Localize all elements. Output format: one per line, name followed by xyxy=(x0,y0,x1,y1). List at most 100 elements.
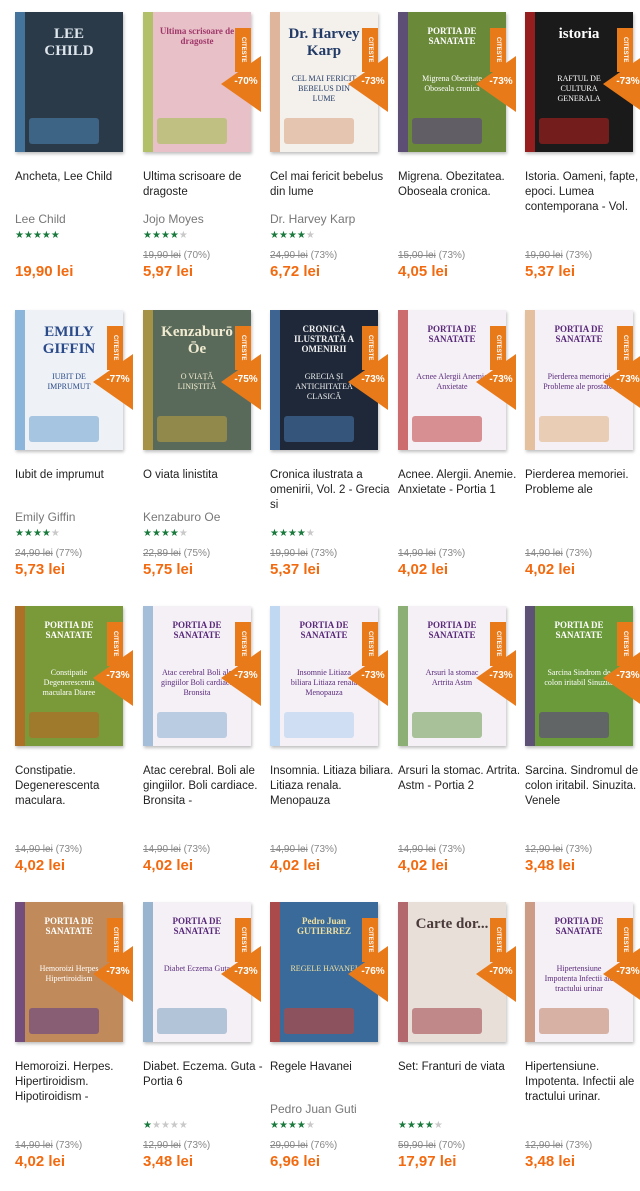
discount-badge: -73% xyxy=(603,56,640,112)
cover-artwork xyxy=(29,118,99,144)
book-cover-image[interactable]: LEE CHILD xyxy=(15,12,123,152)
product-author-link[interactable]: Lee Child xyxy=(15,212,66,226)
product-price: 6,96 lei xyxy=(270,1153,321,1170)
product-card[interactable]: Ultima scrisoare de dragoste CITESTE -70% U… xyxy=(143,0,267,290)
rating-stars: ★★★★★ xyxy=(270,1120,315,1132)
star-icon: ★ xyxy=(433,1120,443,1131)
product-card[interactable]: PORTIA DE SANATATE Hipertensiune Impotent… xyxy=(525,890,640,1180)
discount-badge: -73% xyxy=(476,56,516,112)
product-title-link[interactable]: Regele Havanei xyxy=(270,1060,394,1105)
star-icon: ★ xyxy=(151,528,161,539)
star-icon: ★ xyxy=(406,1120,416,1131)
product-card[interactable]: PORTIA DE SANATATE Atac cerebral Boli ale… xyxy=(143,594,267,884)
old-price-value: 24,90 lei xyxy=(15,548,53,559)
product-title-link[interactable]: Pierderea memoriei. Probleme ale xyxy=(525,468,640,513)
star-icon: ★ xyxy=(178,230,188,241)
product-card[interactable]: Dr. Harvey Karp CEL MAI FERICIT BEBELUS D… xyxy=(270,0,394,290)
product-author-link[interactable]: Kenzaburo Oe xyxy=(143,510,220,524)
discount-percent: (73%) xyxy=(52,1140,83,1151)
cover-artwork xyxy=(29,1008,99,1034)
discount-percent: (73%) xyxy=(307,844,338,855)
product-card[interactable]: PORTIA DE SANATATE Sarcina Sindrom de col… xyxy=(525,594,640,884)
old-price-value: 12,90 lei xyxy=(525,844,563,855)
product-card[interactable]: PORTIA DE SANATATE Hemoroizi Herpes Hiper… xyxy=(15,890,139,1180)
old-price-value: 14,90 lei xyxy=(398,844,436,855)
product-card[interactable]: Kenzaburō Ōe O VIAȚĂ LINIȘTITĂ CITESTE -75%… xyxy=(143,298,267,588)
product-title-link[interactable]: O viata linistita xyxy=(143,468,267,513)
product-card[interactable]: istoria RAFTUL DE CULTURA GENERALA CITESTE… xyxy=(525,0,640,290)
star-icon: ★ xyxy=(305,528,315,539)
cover-artwork xyxy=(539,118,609,144)
product-title-link[interactable]: Acnee. Alergii. Anemie. Anxietate - Port… xyxy=(398,468,522,513)
old-price: 12,90 lei (73%) xyxy=(525,844,592,855)
product-title-link[interactable]: Ancheta, Lee Child xyxy=(15,170,139,215)
product-title-link[interactable]: Cronica ilustrata a omenirii, Vol. 2 - G… xyxy=(270,468,394,513)
discount-badge-text: -73% xyxy=(616,374,640,385)
product-title-link[interactable]: Hemoroizi. Herpes. Hipertiroidism. Hipot… xyxy=(15,1060,139,1105)
discount-badge-text: -73% xyxy=(234,670,258,681)
product-title-link[interactable]: Insomnia. Litiaza biliara. Litiaza renal… xyxy=(270,764,394,809)
product-author-link[interactable]: Jojo Moyes xyxy=(143,212,204,226)
old-price-value: 14,90 lei xyxy=(15,1140,53,1151)
product-title-link[interactable]: Set: Franturi de viata xyxy=(398,1060,522,1105)
product-price: 4,02 lei xyxy=(143,857,194,874)
product-author-link[interactable]: Emily Giffin xyxy=(15,510,75,524)
old-price-value: 12,90 lei xyxy=(525,1140,563,1151)
product-card[interactable]: PORTIA DE SANATATE Pierderea memoriei Pro… xyxy=(525,298,640,588)
product-title-link[interactable]: Migrena. Obezitatea. Oboseala cronica. xyxy=(398,170,522,215)
product-author-link[interactable]: Pedro Juan Guti xyxy=(270,1102,357,1116)
product-title-link[interactable]: Ultima scrisoare de dragoste xyxy=(143,170,267,215)
star-icon: ★ xyxy=(296,528,306,539)
star-icon: ★ xyxy=(41,230,51,241)
star-icon: ★ xyxy=(50,230,60,241)
product-card[interactable]: PORTIA DE SANATATE Acnee Alergii Anemie A… xyxy=(398,298,522,588)
product-title-link[interactable]: Sarcina. Sindromul de colon iritabil. Si… xyxy=(525,764,640,809)
discount-percent: (73%) xyxy=(307,548,338,559)
discount-percent: (76%) xyxy=(307,1140,338,1151)
star-icon: ★ xyxy=(278,230,288,241)
discount-badge-text: -77% xyxy=(106,374,130,385)
product-card[interactable]: PORTIA DE SANATATE Arsuri la stomac Artri… xyxy=(398,594,522,884)
discount-percent: (73%) xyxy=(307,250,338,261)
product-author-link[interactable]: Dr. Harvey Karp xyxy=(270,212,355,226)
rating-stars: ★★★★★ xyxy=(143,1120,188,1132)
product-title-link[interactable]: Hipertensiune. Impotenta. Infectii ale t… xyxy=(525,1060,640,1105)
product-card[interactable]: LEE CHILD Ancheta, Lee Child Lee Child ★★★★… xyxy=(15,0,139,290)
product-card[interactable]: PORTIA DE SANATATE Migrena Obezitate Obos… xyxy=(398,0,522,290)
cover-artwork xyxy=(157,118,227,144)
product-price: 4,02 lei xyxy=(15,857,66,874)
discount-badge-text: -73% xyxy=(489,374,513,385)
product-title-link[interactable]: Diabet. Eczema. Guta - Portia 6 xyxy=(143,1060,267,1105)
rating-stars: ★★★★★ xyxy=(143,230,188,242)
star-icon: ★ xyxy=(151,230,161,241)
cover-artwork xyxy=(284,1008,354,1034)
product-card[interactable]: Pedro Juan GUTIERREZ REGELE HAVANEI CITEST… xyxy=(270,890,394,1180)
product-title-link[interactable]: Iubit de imprumut xyxy=(15,468,139,513)
product-card[interactable]: PORTIA DE SANATATE Insomnie Litiaza bilia… xyxy=(270,594,394,884)
rating-stars: ★★★★★ xyxy=(398,1120,443,1132)
product-card[interactable]: EMILY GIFFIN IUBIT DE IMPRUMUT CITESTE -77%… xyxy=(15,298,139,588)
cover-artwork xyxy=(412,118,482,144)
product-card[interactable]: Carte dor... CITESTE -70% Set: Franturi de … xyxy=(398,890,522,1180)
star-icon: ★ xyxy=(160,230,170,241)
product-title-link[interactable]: Constipatie. Degenerescenta maculara. xyxy=(15,764,139,809)
product-title-link[interactable]: Arsuri la stomac. Artrita. Astm - Portia… xyxy=(398,764,522,809)
product-card[interactable]: PORTIA DE SANATATE Diabet Eczema Guta CITE… xyxy=(143,890,267,1180)
product-card[interactable]: CRONICA ILUSTRATĂ A OMENIRII GRECIA ȘI AN… xyxy=(270,298,394,588)
product-card[interactable]: PORTIA DE SANATATE Constipatie Degeneresc… xyxy=(15,594,139,884)
star-icon: ★ xyxy=(143,230,152,241)
discount-badge-text: -70% xyxy=(234,76,258,87)
cover-artwork xyxy=(29,712,99,738)
product-title-link[interactable]: Atac cerebral. Boli ale gingiilor. Boli … xyxy=(143,764,267,809)
discount-badge: -70% xyxy=(221,56,261,112)
product-title-link[interactable]: Cel mai fericit bebelus din lume xyxy=(270,170,394,215)
old-price: 12,90 lei (73%) xyxy=(525,1140,592,1151)
old-price-value: 29,00 lei xyxy=(270,1140,308,1151)
old-price: 14,90 lei (73%) xyxy=(398,844,465,855)
product-title-link[interactable]: Istoria. Oameni, fapte, epoci. Lumea con… xyxy=(525,170,640,215)
star-icon: ★ xyxy=(151,1120,161,1131)
product-price: 5,75 lei xyxy=(143,561,194,578)
product-price: 4,02 lei xyxy=(398,857,449,874)
rating-stars: ★★★★★ xyxy=(15,230,60,242)
star-icon: ★ xyxy=(287,528,297,539)
